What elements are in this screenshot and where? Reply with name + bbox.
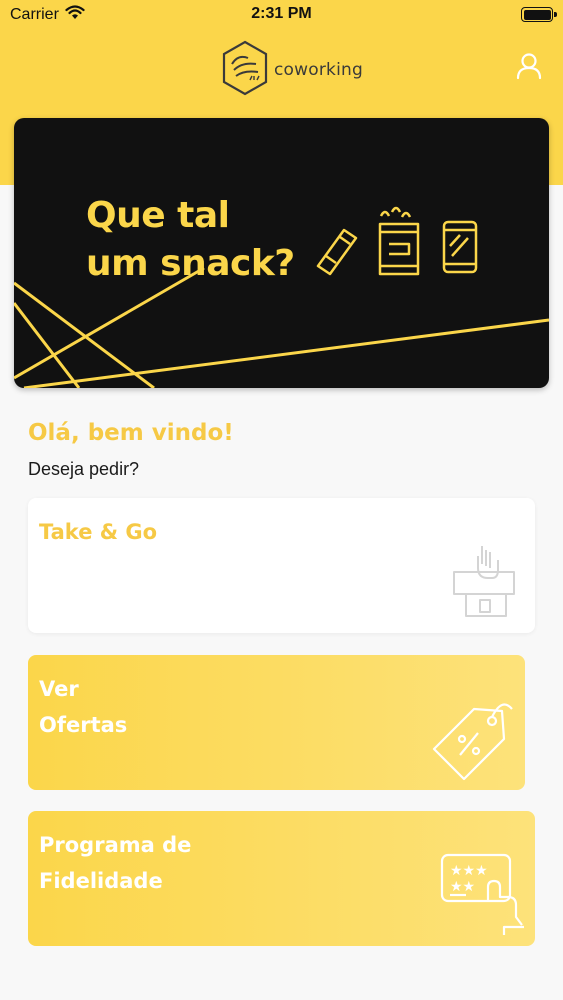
logo-text: coworking — [274, 60, 363, 80]
user-icon[interactable] — [514, 52, 544, 84]
app-header: coworking — [0, 36, 563, 100]
banner-title-line1: Que tal — [86, 195, 230, 236]
card-title-line1: Ver — [39, 677, 79, 701]
chips-bag-icon — [378, 206, 420, 276]
app-logo[interactable]: coworking — [220, 40, 363, 100]
snack-bar-icon — [316, 228, 358, 276]
offers-card[interactable]: Ver Ofertas — [28, 655, 525, 790]
promo-banner[interactable]: Que tal um snack? — [14, 118, 549, 388]
snack-icons — [316, 206, 478, 276]
loyalty-card-icon: ★★★ ★★ — [440, 853, 524, 935]
greeting-subtitle: Deseja pedir? — [28, 459, 140, 479]
svg-text:★★★: ★★★ — [450, 863, 488, 879]
discount-tag-icon — [432, 703, 513, 781]
status-bar: Carrier 2:31 PM — [0, 0, 563, 30]
card-title: Programa de Fidelidade — [39, 827, 191, 899]
banner-title: Que tal um snack? — [86, 192, 295, 288]
greeting-title: Olá, bem vindo! — [28, 420, 234, 446]
take-and-go-card[interactable]: Take & Go — [28, 498, 535, 633]
card-title: Take & Go — [39, 514, 157, 550]
vending-hand-icon — [453, 546, 515, 617]
card-title-line2: Fidelidade — [39, 869, 163, 893]
soda-can-icon — [442, 220, 478, 274]
banner-title-line2: um snack? — [86, 243, 295, 284]
card-title-line1: Take & Go — [39, 520, 158, 544]
card-title-line1: Programa de — [39, 833, 192, 857]
svg-text:★★: ★★ — [450, 879, 475, 895]
garagem-106-logo — [220, 40, 270, 100]
battery-icon — [521, 7, 557, 22]
card-title-line2: Ofertas — [39, 713, 128, 737]
card-title: Ver Ofertas — [39, 671, 127, 743]
clock: 2:31 PM — [251, 5, 312, 22]
loyalty-program-card[interactable]: Programa de Fidelidade ★★★ ★★ — [28, 811, 535, 946]
